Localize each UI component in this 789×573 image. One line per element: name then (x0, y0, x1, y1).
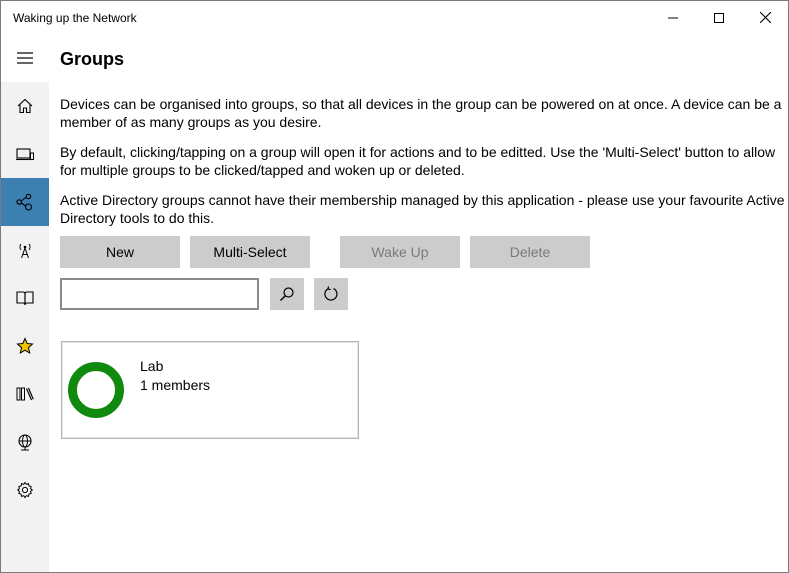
new-button[interactable]: New (60, 236, 180, 268)
group-card[interactable]: Lab 1 members (61, 341, 359, 439)
nav-item-devices[interactable] (1, 130, 49, 178)
group-status-ring-icon (68, 362, 124, 418)
group-member-count: 1 members (140, 377, 211, 393)
nav-item-network[interactable] (1, 226, 49, 274)
nav-item-docs[interactable] (1, 274, 49, 322)
search-input[interactable] (60, 278, 259, 310)
nav-item-library[interactable] (1, 370, 49, 418)
library-icon (16, 387, 34, 401)
maximize-button[interactable] (696, 1, 742, 34)
multi-select-button[interactable]: Multi-Select (190, 236, 310, 268)
app-window: Waking up the Network Groups Devices can… (0, 0, 789, 573)
title-bar[interactable]: Waking up the Network (1, 1, 788, 34)
antenna-icon (19, 243, 31, 259)
nav-item-favourites[interactable] (1, 322, 49, 370)
wake-up-button[interactable]: Wake Up (340, 236, 460, 268)
minimize-icon (668, 17, 678, 18)
book-icon (16, 291, 34, 306)
description-paragraph-groups: Devices can be organised into groups, so… (60, 96, 782, 130)
maximize-icon (714, 12, 724, 23)
navigation-pane (1, 34, 49, 572)
star-icon (16, 337, 34, 355)
close-button[interactable] (742, 1, 788, 34)
search-icon (280, 287, 294, 301)
window-title: Waking up the Network (13, 11, 137, 25)
home-icon (17, 98, 33, 114)
refresh-button[interactable] (314, 278, 348, 310)
delete-button[interactable]: Delete (470, 236, 590, 268)
globe-icon (18, 434, 32, 451)
group-name: Lab (140, 358, 164, 374)
nav-item-settings[interactable] (1, 466, 49, 514)
nav-item-home[interactable] (1, 82, 49, 130)
search-button[interactable] (270, 278, 304, 310)
description-paragraph-multiselect: By default, clicking/tapping on a group … (60, 144, 776, 178)
groups-page: Groups Devices can be organised into gro… (49, 34, 788, 572)
hamburger-menu-button[interactable] (1, 34, 49, 82)
device-icon (16, 148, 34, 161)
nav-item-web[interactable] (1, 418, 49, 466)
description-paragraph-active-directory: Active Directory groups cannot have thei… (60, 192, 785, 226)
share-nodes-icon (16, 193, 33, 211)
nav-item-groups[interactable] (1, 178, 49, 226)
gear-icon (16, 481, 34, 499)
refresh-icon (324, 286, 338, 301)
page-title: Groups (60, 49, 125, 69)
minimize-button[interactable] (650, 1, 696, 34)
hamburger-icon (17, 52, 33, 64)
close-icon (759, 12, 771, 23)
